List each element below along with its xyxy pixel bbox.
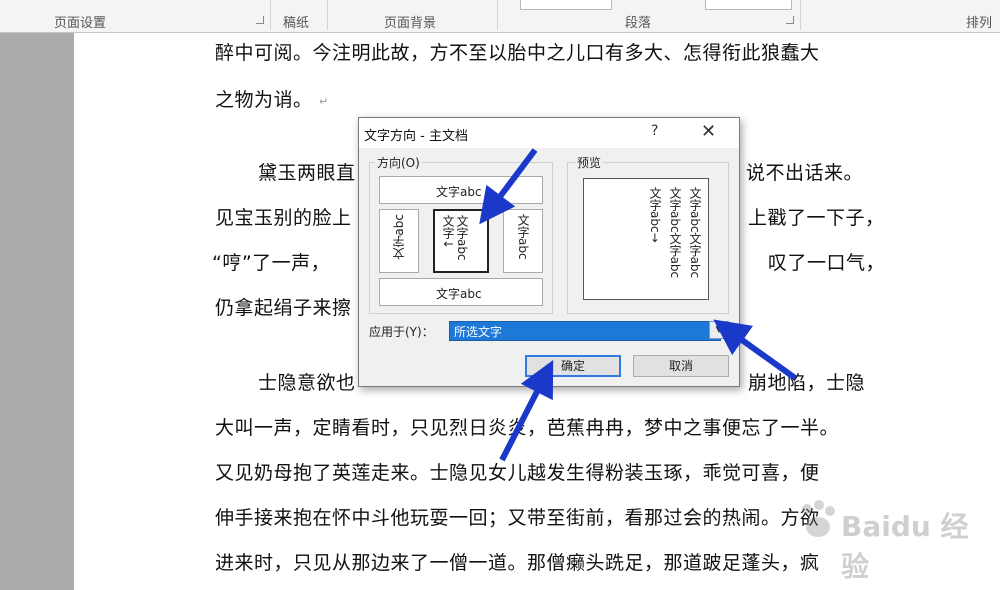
doc-line: 醉中可阅。今注明此故，方不至以胎中之儿口有多大、怎得衔此狼蠢大: [215, 42, 820, 64]
group-draft-paper: 稿纸: [283, 16, 310, 31]
apply-to-label: 应用于(Y)：: [369, 325, 434, 339]
preview-pane: 文字abc文字abc 文字abc文字abc 文字abc→: [583, 178, 709, 300]
ok-button[interactable]: 确定: [525, 355, 621, 377]
doc-line: 崩地陷，士隐: [748, 372, 866, 394]
doc-line: 叹了一口气，: [768, 252, 886, 274]
doc-line: 又见奶母抱了英莲走来。士隐见女儿越发生得粉装玉琢，乖觉可喜，便: [215, 462, 820, 484]
watermark-text: Baidu 经验: [841, 510, 969, 583]
doc-line: 说不出话来。: [746, 162, 864, 184]
option-text: 文字abc: [392, 214, 406, 260]
doc-line: 仍拿起绢子来擦: [215, 297, 352, 319]
doc-line: 之物为诮。: [215, 89, 313, 111]
ribbon-separator: [800, 0, 801, 30]
preview-column: 文字abc→: [648, 187, 662, 243]
direction-option-vertical-selected[interactable]: 文字abc文字↓: [433, 209, 489, 273]
doc-line: 大叫一声，定睛看时，只见烈日炎炎，芭蕉冉冉，梦中之事便忘了一半。: [215, 417, 840, 439]
doc-line: 上戳了一下子，: [748, 207, 885, 229]
group-page-setup: 页面设置: [54, 16, 107, 31]
option-text: 文字abc文字↓: [441, 215, 469, 261]
font-size-box[interactable]: [520, 0, 612, 10]
direction-option-horizontal[interactable]: 文字abc: [379, 176, 543, 204]
option-text: 文字abc: [516, 214, 530, 260]
paragraph-launcher-icon[interactable]: [786, 16, 794, 24]
ribbon-separator: [327, 0, 328, 30]
preview-column: 文字abc文字abc: [668, 187, 682, 279]
help-icon[interactable]: ?: [651, 123, 658, 139]
doc-line: 伸手接来抱在怀中斗他玩耍一回；又带至街前，看那过会的热闹。方欲: [215, 507, 820, 529]
preview-label: 预览: [575, 154, 604, 171]
apply-to-value: 所选文字: [454, 325, 503, 339]
option-text: 文字abc: [436, 185, 482, 199]
chevron-down-icon[interactable]: ▼: [709, 321, 729, 339]
ribbon-separator: [270, 0, 271, 30]
close-icon[interactable]: ✕: [701, 121, 716, 142]
group-paragraph: 段落: [625, 16, 652, 31]
page-setup-launcher-icon[interactable]: [256, 16, 264, 24]
ribbon-separator: [497, 0, 498, 30]
direction-label: 方向(O): [375, 154, 422, 171]
workspace-margin: [0, 33, 74, 590]
doc-line: 黛玉两眼直: [258, 162, 356, 184]
group-page-background: 页面背景: [384, 16, 437, 31]
direction-option-bottom[interactable]: 文字abc: [379, 278, 543, 306]
spacing-box[interactable]: [705, 0, 792, 10]
doc-line: 士隐意欲也: [258, 372, 356, 394]
ribbon-group-bar: 页面设置 稿纸 页面背景 段落 排列: [0, 0, 1000, 33]
group-arrange: 排列: [966, 16, 993, 31]
paragraph-mark-icon: ↵: [319, 95, 329, 108]
option-text: 文字abc: [436, 287, 482, 301]
doc-line: 见宝玉别的脸上: [215, 207, 352, 229]
text-direction-dialog: 文字方向 - 主文档 ? ✕ 方向(O) 文字abc 文字abc 文字abc文字…: [358, 117, 740, 387]
doc-line: 进来时，只见从那边来了一僧一道。那僧癞头跣足，那道跛足蓬头，疯: [215, 552, 820, 574]
direction-option-vertical-right[interactable]: 文字abc: [503, 209, 543, 273]
doc-line: “哼”了一声，: [212, 252, 331, 274]
dialog-titlebar[interactable]: 文字方向 - 主文档 ? ✕: [359, 118, 739, 148]
baidu-watermark: Baidu 经验: [795, 495, 995, 583]
cancel-button[interactable]: 取消: [633, 355, 729, 377]
direction-option-vertical-left[interactable]: 文字abc: [379, 209, 419, 273]
paw-logo-icon: [802, 500, 835, 537]
dialog-title: 文字方向 - 主文档: [364, 129, 468, 144]
apply-to-select[interactable]: 所选文字: [449, 321, 721, 341]
preview-column: 文字abc文字abc: [688, 187, 702, 279]
